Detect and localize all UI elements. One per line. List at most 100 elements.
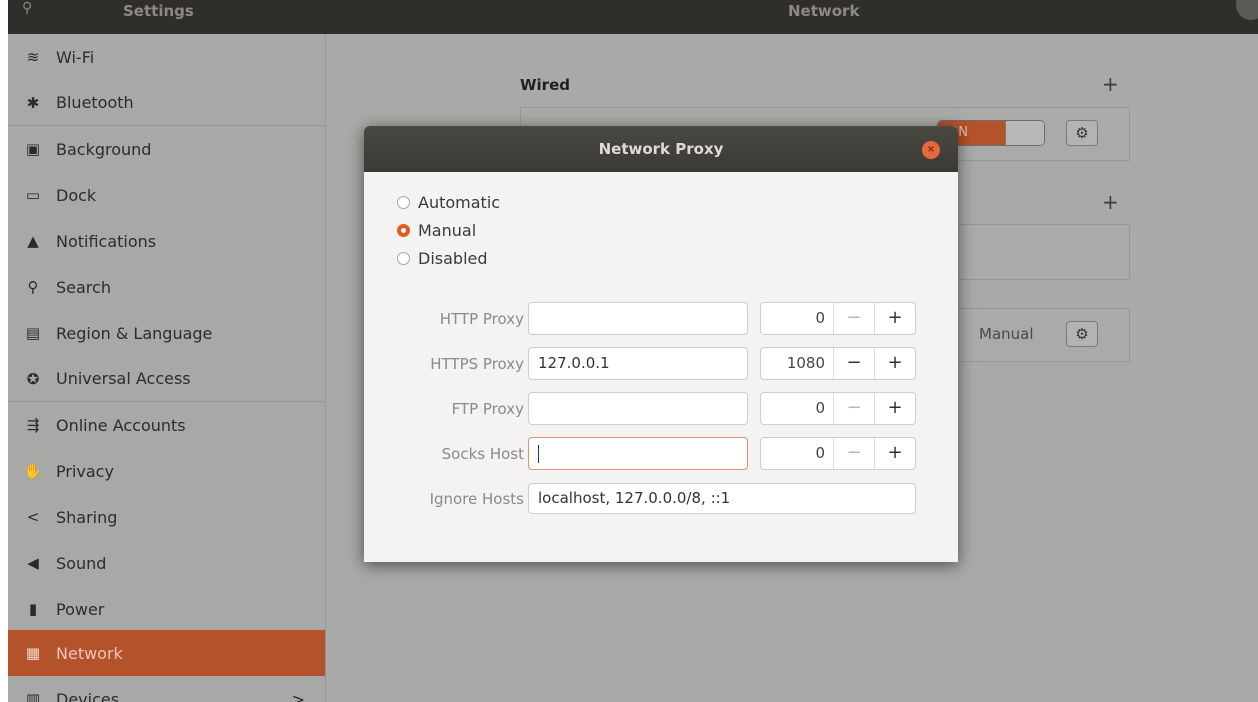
socks-host-label: Socks Host: [441, 445, 524, 463]
https-proxy-label: HTTPS Proxy: [430, 355, 524, 373]
sidebar-item-label: Search: [56, 277, 111, 297]
wired-section-title: Wired: [520, 76, 570, 94]
chevron-right-icon: >: [291, 689, 305, 702]
sidebar-item-label: Devices: [56, 689, 120, 702]
ignore-hosts-input[interactable]: localhost, 127.0.0.0/8, ::1: [528, 483, 916, 514]
switch-knob: [1004, 121, 1044, 145]
http-proxy-label: HTTP Proxy: [439, 310, 524, 328]
ftp-proxy-label: FTP Proxy: [451, 400, 524, 418]
sidebar-item-label: Wi-Fi: [56, 47, 95, 67]
devices-icon: ▥: [25, 690, 41, 702]
window-control-button[interactable]: [1236, 0, 1258, 20]
sidebar-item-label: Privacy: [56, 461, 114, 481]
ftp-port-decrement-button[interactable]: −: [833, 393, 874, 424]
https-port-decrement-button[interactable]: −: [833, 348, 874, 379]
dialog-title: Network Proxy: [598, 140, 724, 158]
http-port-decrement-button[interactable]: −: [833, 303, 874, 334]
settings-window: ⚲ Settings Network ≋ Wi-Fi ✱ Bluetooth ▣ Ba…: [8, 0, 1258, 702]
sidebar-item-label: Online Accounts: [56, 415, 186, 435]
https-port-stepper[interactable]: 1080 − +: [760, 347, 916, 380]
close-icon[interactable]: ×: [922, 141, 940, 159]
accessibility-icon: ✪: [26, 369, 40, 388]
proxy-state-label: Manual: [979, 325, 1034, 343]
sidebar-item-network[interactable]: ▦ Network: [8, 630, 325, 676]
sidebar-item-label: Region & Language: [56, 323, 213, 343]
power-icon: ▮: [28, 600, 38, 618]
sidebar-item-search[interactable]: ⚲ Search: [8, 264, 325, 310]
bell-icon: ▲: [27, 232, 39, 250]
network-proxy-dialog: Network Proxy × Automatic Manual Disable…: [364, 126, 958, 562]
region-icon: ▤: [25, 324, 41, 342]
method-disabled-radio[interactable]: Disabled: [397, 249, 488, 268]
http-proxy-input[interactable]: [528, 302, 748, 335]
ftp-port-stepper[interactable]: 0 − +: [760, 392, 916, 425]
speaker-icon: ◀: [27, 554, 39, 572]
ftp-port-increment-button[interactable]: +: [874, 393, 915, 424]
sidebar-item-label: Universal Access: [56, 369, 191, 388]
ftp-port-value[interactable]: 0: [761, 393, 833, 424]
sidebar-item-background[interactable]: ▣ Background: [8, 126, 325, 172]
sidebar-item-label: Background: [56, 139, 152, 159]
header-bar: ⚲ Settings Network: [8, 0, 1258, 34]
sidebar-item-wifi[interactable]: ≋ Wi-Fi: [8, 34, 325, 80]
dock-icon: ▭: [25, 186, 41, 204]
privacy-hand-icon: ✋: [23, 462, 43, 480]
sidebar-item-label: Bluetooth: [56, 93, 134, 112]
background-icon: ▣: [25, 140, 41, 158]
sidebar-item-devices[interactable]: ▥ Devices >: [8, 676, 325, 702]
share-icon: <: [26, 508, 40, 526]
socks-port-value[interactable]: 0: [761, 438, 833, 469]
socks-port-stepper[interactable]: 0 − +: [760, 437, 916, 470]
sidebar-item-region[interactable]: ▤ Region & Language: [8, 310, 325, 356]
sidebar-item-online-accounts[interactable]: ⇶ Online Accounts: [8, 402, 325, 448]
sidebar-item-power[interactable]: ▮ Power: [8, 586, 325, 632]
socks-host-input[interactable]: [528, 437, 748, 470]
search-icon[interactable]: ⚲: [22, 0, 48, 16]
window-title: Settings: [123, 2, 194, 20]
https-port-value[interactable]: 1080: [761, 348, 833, 379]
socks-port-increment-button[interactable]: +: [874, 438, 915, 469]
wired-settings-gear-icon[interactable]: ⚙: [1066, 120, 1098, 146]
socks-port-decrement-button[interactable]: −: [833, 438, 874, 469]
sidebar-item-dock[interactable]: ▭ Dock: [8, 172, 325, 218]
proxy-settings-gear-icon[interactable]: ⚙: [1066, 321, 1098, 347]
ignore-hosts-label: Ignore Hosts: [429, 490, 524, 508]
http-port-stepper[interactable]: 0 − +: [760, 302, 916, 335]
sidebar-item-bluetooth[interactable]: ✱ Bluetooth: [8, 80, 325, 126]
sidebar-item-privacy[interactable]: ✋ Privacy: [8, 448, 325, 494]
network-icon: ▦: [25, 644, 41, 662]
sidebar: ≋ Wi-Fi ✱ Bluetooth ▣ Background ▭ Dock ▲ Not…: [8, 34, 326, 702]
https-port-increment-button[interactable]: +: [874, 348, 915, 379]
http-port-value[interactable]: 0: [761, 303, 833, 334]
radio-label: Automatic: [418, 193, 501, 212]
sidebar-item-label: Sharing: [56, 507, 118, 527]
online-accounts-icon: ⇶: [26, 416, 40, 434]
sidebar-item-label: Notifications: [56, 231, 157, 251]
sidebar-item-universal-access[interactable]: ✪ Universal Access: [8, 356, 325, 402]
sidebar-item-label: Sound: [56, 553, 107, 573]
text-caret: [538, 444, 539, 463]
sidebar-item-label: Power: [56, 599, 105, 619]
radio-selected-icon: [397, 224, 410, 237]
bluetooth-icon: ✱: [26, 93, 40, 112]
https-proxy-input[interactable]: 127.0.0.1: [528, 347, 748, 380]
radio-icon: [397, 196, 410, 209]
sidebar-item-sharing[interactable]: < Sharing: [8, 494, 325, 540]
add-vpn-button[interactable]: +: [1102, 190, 1119, 214]
wifi-icon: ≋: [26, 48, 40, 66]
sidebar-item-label: Dock: [56, 185, 97, 205]
method-manual-radio[interactable]: Manual: [397, 221, 476, 240]
radio-label: Disabled: [418, 249, 488, 268]
dialog-titlebar: Network Proxy ×: [364, 126, 958, 172]
radio-label: Manual: [418, 221, 477, 240]
http-port-increment-button[interactable]: +: [874, 303, 915, 334]
method-automatic-radio[interactable]: Automatic: [397, 193, 500, 212]
add-wired-button[interactable]: +: [1102, 72, 1119, 96]
sidebar-item-sound[interactable]: ◀ Sound: [8, 540, 325, 586]
sidebar-item-label: Network: [56, 643, 123, 663]
search-icon: ⚲: [27, 278, 39, 296]
panel-title: Network: [788, 2, 860, 20]
sidebar-item-notifications[interactable]: ▲ Notifications: [8, 218, 325, 264]
ftp-proxy-input[interactable]: [528, 392, 748, 425]
radio-icon: [397, 252, 410, 265]
